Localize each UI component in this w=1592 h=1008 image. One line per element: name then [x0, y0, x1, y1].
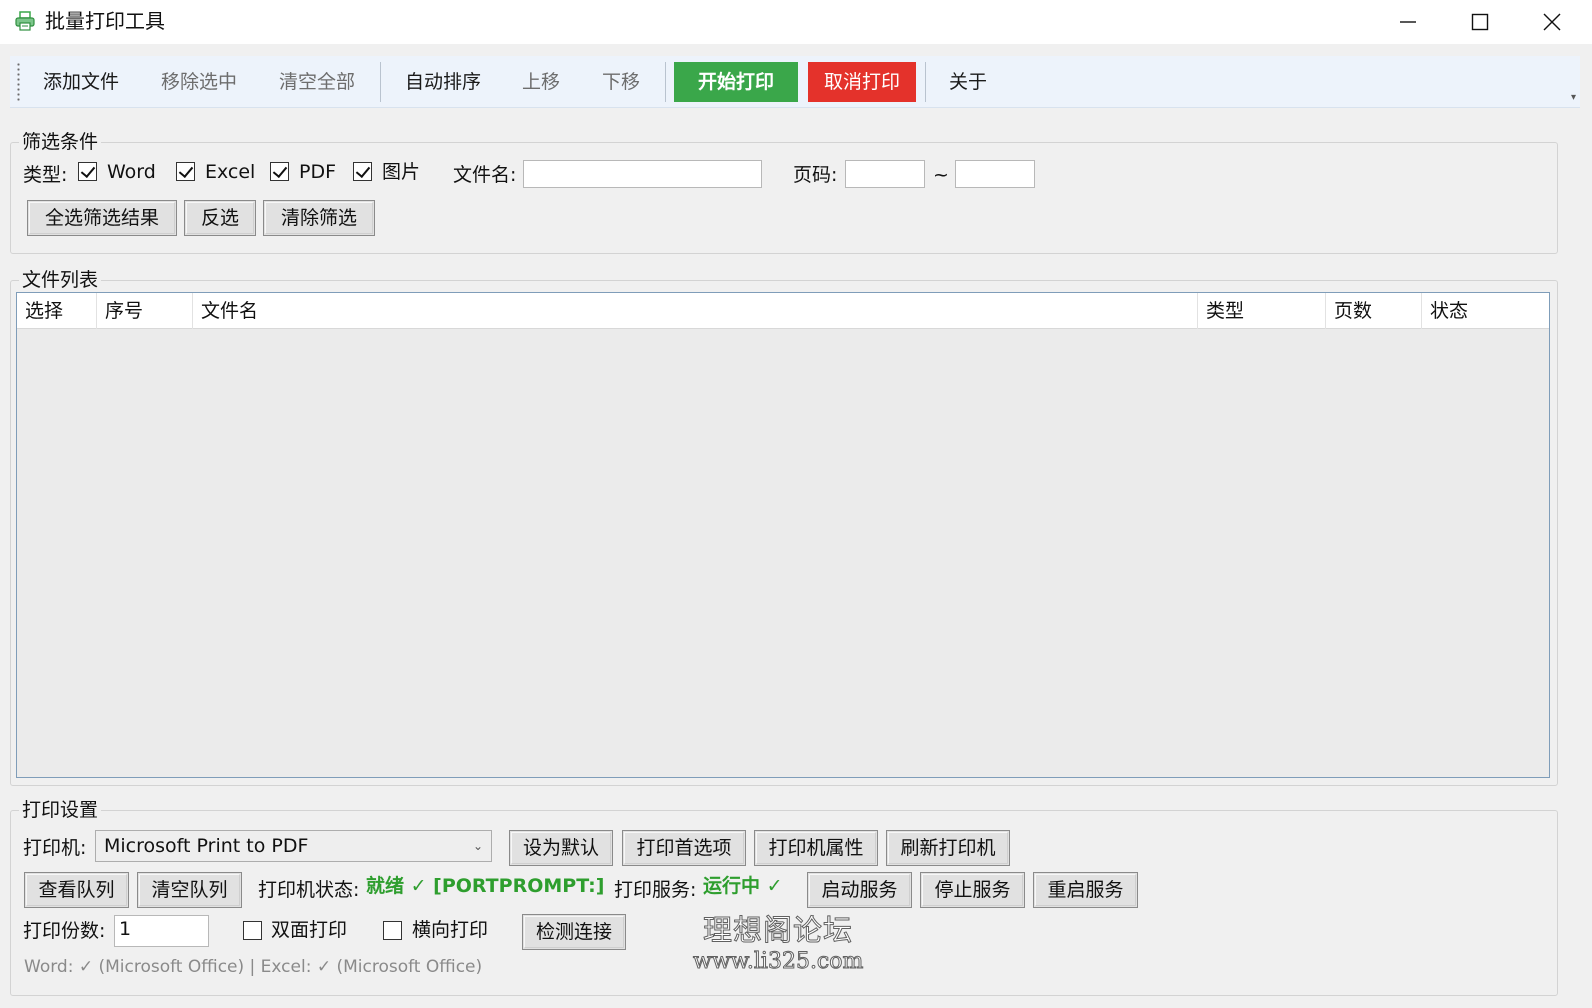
copies-label: 打印份数:	[23, 920, 106, 942]
printer-properties-button[interactable]: 打印机属性	[754, 830, 878, 866]
chevron-down-icon: ⌄	[472, 839, 483, 853]
word-checkbox-label[interactable]: Word	[107, 160, 156, 184]
office-status-text: Word: ✓ (Microsoft Office) | Excel: ✓ (M…	[24, 957, 483, 977]
page-label: 页码:	[793, 164, 838, 186]
close-button[interactable]	[1516, 0, 1588, 44]
refresh-printers-button[interactable]: 刷新打印机	[886, 830, 1010, 866]
window-title: 批量打印工具	[45, 9, 165, 33]
move-down-button[interactable]: 下移	[596, 62, 646, 102]
landscape-checkbox[interactable]	[383, 921, 402, 940]
minimize-icon	[1400, 21, 1416, 23]
filter-group-title: 筛选条件	[19, 131, 102, 153]
pdf-checkbox-label[interactable]: PDF	[299, 160, 336, 184]
column-header-filename[interactable]: 文件名	[193, 293, 1198, 329]
close-icon	[1543, 13, 1561, 31]
image-checkbox[interactable]	[353, 162, 372, 181]
clear-queue-button[interactable]: 清空队列	[137, 872, 242, 908]
pdf-checkbox[interactable]	[270, 162, 289, 181]
print-service-label: 打印服务:	[614, 879, 697, 901]
column-header-select[interactable]: 选择	[17, 293, 97, 329]
table-header: 选择 序号 文件名 类型 页数 状态	[17, 293, 1549, 329]
type-label: 类型:	[23, 164, 68, 186]
file-list-table[interactable]: 选择 序号 文件名 类型 页数 状态	[16, 292, 1550, 778]
column-header-status[interactable]: 状态	[1422, 293, 1549, 329]
printer-icon	[15, 11, 35, 31]
maximize-icon	[1471, 13, 1489, 31]
invert-selection-button[interactable]: 反选	[184, 200, 256, 236]
stop-service-button[interactable]: 停止服务	[920, 872, 1025, 908]
set-default-button[interactable]: 设为默认	[509, 830, 613, 866]
toolbar-separator	[380, 62, 381, 102]
image-checkbox-label[interactable]: 图片	[382, 160, 420, 184]
landscape-checkbox-label[interactable]: 横向打印	[412, 918, 488, 942]
printer-status-value: 就绪 ✓ [PORTPROMPT:]	[366, 875, 605, 897]
toolbar-grip[interactable]	[17, 62, 20, 102]
view-queue-button[interactable]: 查看队列	[24, 872, 129, 908]
print-service-value: 运行中 ✓	[703, 875, 783, 897]
excel-checkbox[interactable]	[176, 162, 195, 181]
toolbar: 添加文件 移除选中 清空全部 自动排序 上移 下移 开始打印 取消打印 关于 ▾	[10, 56, 1580, 108]
add-files-button[interactable]: 添加文件	[36, 62, 126, 102]
select-all-results-button[interactable]: 全选筛选结果	[27, 200, 177, 236]
filename-label: 文件名:	[453, 164, 517, 186]
about-button[interactable]: 关于	[940, 62, 996, 102]
word-checkbox[interactable]	[78, 162, 97, 181]
toolbar-separator	[925, 62, 926, 102]
toolbar-overflow-icon[interactable]: ▾	[1571, 93, 1576, 103]
filter-group: 筛选条件	[10, 131, 1558, 254]
clear-all-button[interactable]: 清空全部	[272, 62, 362, 102]
printer-label: 打印机:	[23, 837, 87, 859]
check-connection-button[interactable]: 检测连接	[522, 914, 626, 950]
cancel-print-button[interactable]: 取消打印	[808, 62, 916, 102]
column-header-type[interactable]: 类型	[1198, 293, 1326, 329]
file-list-group-title: 文件列表	[19, 269, 102, 291]
page-range-separator: ~	[933, 164, 949, 186]
maximize-button[interactable]	[1444, 0, 1516, 44]
duplex-checkbox-label[interactable]: 双面打印	[271, 918, 347, 942]
title-bar: 批量打印工具	[0, 0, 1592, 44]
printer-preferences-button[interactable]: 打印首选项	[622, 830, 746, 866]
print-settings-group-title: 打印设置	[19, 799, 102, 821]
start-print-button[interactable]: 开始打印	[674, 62, 798, 102]
page-to-input[interactable]	[955, 160, 1035, 188]
page-from-input[interactable]	[845, 160, 925, 188]
printer-select[interactable]: Microsoft Print to PDF ⌄	[95, 830, 492, 862]
duplex-checkbox[interactable]	[243, 921, 262, 940]
minimize-button[interactable]	[1372, 0, 1444, 44]
restart-service-button[interactable]: 重启服务	[1033, 872, 1138, 908]
filename-input[interactable]	[523, 160, 762, 188]
start-service-button[interactable]: 启动服务	[807, 872, 912, 908]
printer-status-label: 打印机状态:	[258, 879, 360, 901]
remove-selected-button[interactable]: 移除选中	[154, 62, 244, 102]
copies-input[interactable]: 1	[114, 915, 209, 947]
clear-filter-button[interactable]: 清除筛选	[263, 200, 375, 236]
toolbar-separator	[665, 62, 666, 102]
auto-sort-button[interactable]: 自动排序	[398, 62, 488, 102]
excel-checkbox-label[interactable]: Excel	[205, 160, 255, 184]
column-header-index[interactable]: 序号	[97, 293, 193, 329]
printer-select-value: Microsoft Print to PDF	[104, 835, 309, 857]
column-header-pages[interactable]: 页数	[1326, 293, 1422, 329]
move-up-button[interactable]: 上移	[516, 62, 566, 102]
